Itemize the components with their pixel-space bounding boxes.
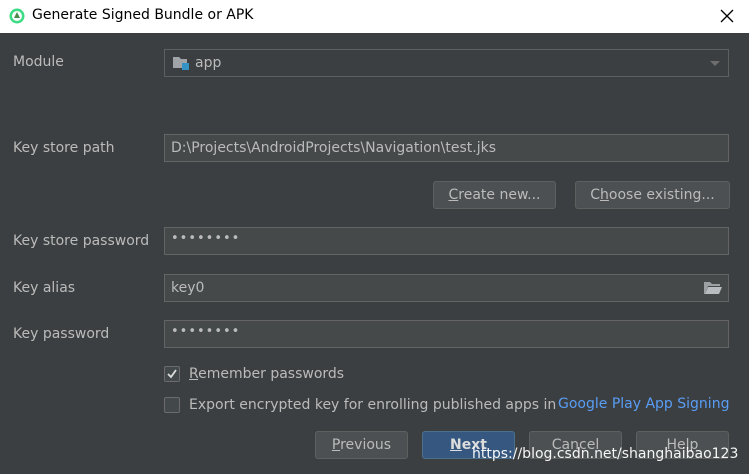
window-title: Generate Signed Bundle or APK xyxy=(32,7,254,23)
remember-passwords-checkbox[interactable] xyxy=(164,366,180,382)
google-play-app-signing-link[interactable]: Google Play App Signing xyxy=(558,396,729,412)
key-alias-value: key0 xyxy=(171,280,205,296)
previous-mnemonic: P xyxy=(331,437,341,453)
choose-existing-mnemonic: h xyxy=(600,187,609,203)
close-button[interactable] xyxy=(716,5,738,27)
create-new-label: reate new... xyxy=(458,187,541,203)
watermark-text: https://blog.csdn.net/shanghaibao123 xyxy=(472,446,739,462)
keystore-path-label: Key store path xyxy=(13,140,115,156)
module-combobox[interactable]: app xyxy=(164,49,729,77)
title-bar: Generate Signed Bundle or APK xyxy=(0,0,749,33)
previous-button[interactable]: Previous xyxy=(315,431,408,459)
export-encrypted-key-checkbox[interactable] xyxy=(164,397,180,413)
create-new-button[interactable]: Create new... xyxy=(433,181,556,209)
key-password-value: •••••••• xyxy=(171,324,241,339)
next-mnemonic: N xyxy=(450,437,462,453)
create-new-mnemonic: C xyxy=(448,187,459,203)
choose-existing-prefix: C xyxy=(590,187,601,203)
folder-icon[interactable] xyxy=(704,281,722,295)
module-value: app xyxy=(195,55,222,71)
module-label: Module xyxy=(13,54,64,70)
android-studio-icon xyxy=(9,8,25,24)
remember-text: emember passwords xyxy=(198,366,345,382)
module-folder-icon xyxy=(173,57,189,70)
chevron-down-icon[interactable] xyxy=(710,61,720,66)
key-alias-input[interactable]: key0 xyxy=(164,274,729,302)
key-alias-label: Key alias xyxy=(13,280,76,296)
key-password-input[interactable]: •••••••• xyxy=(164,320,729,348)
previous-label: revious xyxy=(340,437,392,453)
keystore-password-value: •••••••• xyxy=(171,231,241,246)
keystore-password-input[interactable]: •••••••• xyxy=(164,227,729,255)
remember-mnemonic: R xyxy=(189,366,199,382)
close-icon xyxy=(720,9,734,23)
keystore-path-value: D:\Projects\AndroidProjects\Navigation\t… xyxy=(171,140,497,156)
remember-passwords-label[interactable]: Remember passwords xyxy=(189,366,344,382)
keystore-password-label: Key store password xyxy=(13,233,150,249)
export-encrypted-key-label[interactable]: Export encrypted key for enrolling publi… xyxy=(189,397,556,413)
key-password-label: Key password xyxy=(13,326,110,342)
choose-existing-button[interactable]: Choose existing... xyxy=(575,181,730,209)
keystore-path-input[interactable]: D:\Projects\AndroidProjects\Navigation\t… xyxy=(164,134,729,162)
choose-existing-label: oose existing... xyxy=(608,187,715,203)
checkmark-icon xyxy=(167,369,177,379)
